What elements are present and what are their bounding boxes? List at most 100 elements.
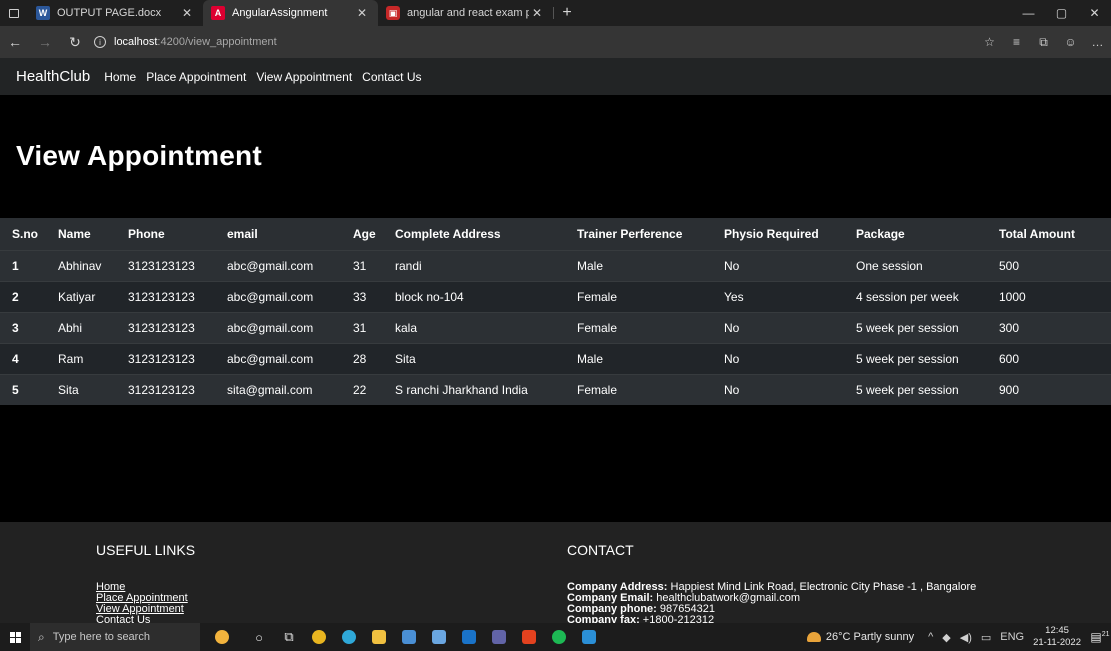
table-row: 1 Abhinav 3123123123 abc@gmail.com 31 ra…: [0, 249, 1111, 281]
collections-icon[interactable]: ⧉: [1030, 35, 1057, 50]
cell-trainer: Male: [565, 249, 712, 281]
cell-address: block no-104: [383, 280, 565, 312]
info-icon[interactable]: i: [94, 36, 106, 48]
cell-age: 22: [341, 373, 383, 405]
office-icon[interactable]: [514, 623, 544, 651]
column-header: Phone: [128, 226, 165, 241]
weather-icon: [806, 632, 821, 642]
profile-icon[interactable]: ☺: [1057, 35, 1084, 49]
new-tab-button[interactable]: +: [554, 0, 580, 26]
pdf-icon: ▣: [386, 6, 400, 20]
nav-link-contact-us[interactable]: Contact Us: [362, 70, 421, 84]
weather-text: 26°C Partly sunny: [825, 631, 915, 643]
cell-sno: 3: [0, 311, 46, 343]
tab-output-page[interactable]: W OUTPUT PAGE.docx ✕: [28, 0, 203, 26]
cell-trainer: Female: [565, 373, 712, 405]
cell-amount: 500: [987, 249, 1111, 281]
taskbar-clock[interactable]: 12:45 21-11-2022: [1033, 625, 1081, 649]
more-options-icon[interactable]: …: [1084, 35, 1111, 49]
notification-icon: ▤: [1090, 630, 1102, 644]
outlook-icon[interactable]: [454, 623, 484, 651]
keyboard-icon[interactable]: ▭: [981, 631, 991, 644]
notification-count: 21: [1101, 631, 1110, 638]
cell-name: Abhi: [46, 311, 116, 343]
contact-title: CONTACT: [567, 542, 634, 558]
restore-icon[interactable]: ▢: [1045, 0, 1078, 26]
tab-title: angular and react exam papers.p: [407, 7, 529, 19]
cell-sno: 4: [0, 342, 46, 374]
cell-age: 28: [341, 342, 383, 374]
cell-trainer: Male: [565, 342, 712, 374]
cell-name: Katiyar: [46, 280, 116, 312]
site-footer: USEFUL LINKS Home Place Appointment View…: [0, 522, 1111, 623]
notification-center-button[interactable]: ▤21: [1089, 630, 1111, 644]
cell-physio: No: [712, 311, 844, 343]
start-button[interactable]: [0, 631, 30, 643]
footer-link-contact-us[interactable]: Contact Us: [96, 615, 195, 624]
cell-phone: 3123123123: [116, 373, 215, 405]
brand-logo[interactable]: HealthClub: [16, 68, 90, 85]
table-header-row: S.no Name Phone email Age Complete Addre…: [0, 218, 1111, 250]
store-icon[interactable]: [394, 623, 424, 651]
close-window-icon[interactable]: ✕: [1078, 0, 1111, 26]
tab-actions-icon: [9, 8, 19, 18]
system-tray: 26°C Partly sunny ^ ◆ ◀) ▭ ENG 12:45 21-…: [806, 623, 1111, 651]
column-header: Total Amount: [999, 226, 1075, 241]
file-explorer-icon[interactable]: [364, 623, 394, 651]
favorite-star-icon[interactable]: ☆: [976, 35, 1003, 49]
cell-sno: 1: [0, 249, 46, 281]
useful-links-section: USEFUL LINKS Home Place Appointment View…: [96, 542, 195, 623]
edge-icon[interactable]: [334, 623, 364, 651]
photos-icon[interactable]: [424, 623, 454, 651]
tray-chevron-icon[interactable]: ^: [928, 631, 933, 643]
column-header: Trainer Perference: [577, 226, 683, 241]
teams-icon[interactable]: [484, 623, 514, 651]
tab-actions-button[interactable]: [0, 0, 28, 26]
windows-taskbar: ⌕ Type here to search ○ ⧉ 26°C Partly su…: [0, 623, 1111, 651]
cell-package: 5 week per session: [844, 311, 987, 343]
language-indicator[interactable]: ENG: [1000, 631, 1024, 643]
volume-icon[interactable]: ◀): [960, 631, 972, 644]
network-icon[interactable]: ◆: [942, 631, 950, 644]
widget-character-icon[interactable]: [200, 623, 244, 651]
cell-address: Sita: [383, 342, 565, 374]
minimize-icon[interactable]: —: [1012, 0, 1045, 26]
forward-arrow-icon[interactable]: →: [30, 34, 60, 50]
cell-name: Sita: [46, 373, 116, 405]
favorites-list-icon[interactable]: ≡: [1003, 35, 1030, 49]
cortana-icon[interactable]: ○: [244, 623, 274, 651]
close-tab-icon[interactable]: ✕: [354, 6, 370, 20]
nav-link-home[interactable]: Home: [104, 70, 136, 84]
tab-angular-assignment[interactable]: A AngularAssignment ✕: [203, 0, 378, 26]
cell-physio: No: [712, 249, 844, 281]
close-tab-icon[interactable]: ✕: [529, 6, 545, 20]
cell-package: 4 session per week: [844, 280, 987, 312]
table-row: 3 Abhi 3123123123 abc@gmail.com 31 kala …: [0, 311, 1111, 343]
cell-age: 31: [341, 249, 383, 281]
tab-title: OUTPUT PAGE.docx: [57, 7, 162, 19]
back-arrow-icon[interactable]: ←: [0, 34, 30, 50]
task-view-icon[interactable]: ⧉: [274, 623, 304, 651]
cell-trainer: Female: [565, 280, 712, 312]
refresh-icon[interactable]: ↻: [60, 34, 90, 51]
spotify-icon[interactable]: [544, 623, 574, 651]
app-navbar: HealthClub Home Place Appointment View A…: [0, 58, 1111, 95]
close-tab-icon[interactable]: ✕: [179, 6, 195, 20]
cell-physio: Yes: [712, 280, 844, 312]
cell-sno: 2: [0, 280, 46, 312]
taskbar-search-box[interactable]: ⌕ Type here to search: [30, 623, 200, 651]
weather-widget[interactable]: 26°C Partly sunny: [806, 631, 915, 643]
chrome-icon[interactable]: [304, 623, 334, 651]
cell-amount: 600: [987, 342, 1111, 374]
column-header: Physio Required: [724, 226, 819, 241]
url-field[interactable]: i localhost:4200/view_appointment: [90, 26, 976, 58]
angular-icon: A: [211, 6, 225, 20]
nav-link-place-appointment[interactable]: Place Appointment: [146, 70, 246, 84]
nav-link-view-appointment[interactable]: View Appointment: [256, 70, 352, 84]
windows-logo-icon: [9, 631, 21, 643]
cell-name: Ram: [46, 342, 116, 374]
tab-exam-papers[interactable]: ▣ angular and react exam papers.p ✕: [378, 0, 553, 26]
vscode-icon[interactable]: [574, 623, 604, 651]
word-icon: W: [36, 6, 50, 20]
clock-time: 12:45: [1045, 625, 1069, 636]
